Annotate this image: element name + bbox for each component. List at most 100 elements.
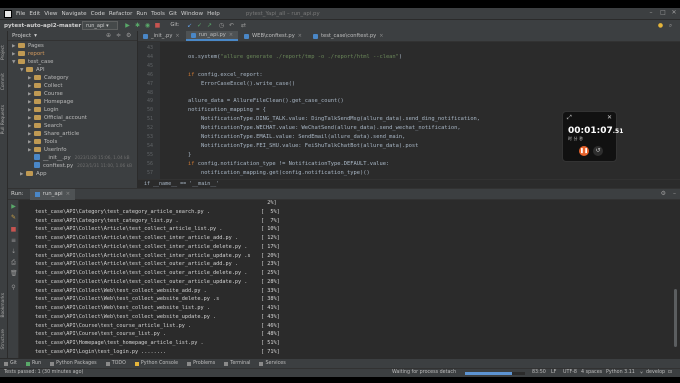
tree-item[interactable]: ▼ API (8, 66, 137, 74)
file-encoding[interactable]: UTF-8 (563, 370, 577, 375)
git-push-icon[interactable]: ↗ (206, 22, 213, 29)
tool-services[interactable]: Services (259, 361, 286, 366)
menu-tools[interactable]: Tools (151, 11, 165, 17)
git-branch[interactable]: develop (646, 370, 665, 375)
project-panel-title[interactable]: Project (12, 33, 31, 39)
chevron-down-icon[interactable]: ▾ (34, 33, 37, 39)
tool-todo[interactable]: TODO (105, 361, 126, 366)
project-breadcrumb[interactable]: pytest-auto-api2-master (4, 23, 81, 29)
tool-terminal[interactable]: Terminal (224, 361, 250, 366)
tree-item[interactable]: ▶ Pages (8, 42, 137, 50)
tab-init[interactable]: _init_.py × (138, 31, 185, 41)
tree-item[interactable]: ▶ Course (8, 90, 137, 98)
git-commit-icon[interactable]: ✓ (196, 22, 203, 29)
run-icon[interactable]: ▶ (124, 22, 131, 29)
print-icon[interactable]: ⎙ (10, 259, 17, 266)
structure-tool-label[interactable]: Structure (1, 329, 6, 349)
git-update-icon[interactable]: ↙ (186, 22, 193, 29)
history-icon[interactable]: ◷ (218, 22, 225, 29)
pause-button[interactable]: ❚❚ (579, 146, 589, 156)
soft-wrap-icon[interactable]: ≡ (10, 237, 17, 244)
menu-edit[interactable]: Edit (29, 11, 40, 17)
tree-item[interactable]: conftest.py 2023/1/31 11:00, 1.06 kB (8, 162, 137, 170)
commit-tool-label[interactable]: Commit (1, 73, 6, 90)
close-tab-icon[interactable]: × (66, 189, 71, 200)
close-tab-icon[interactable]: × (298, 31, 302, 41)
menu-run[interactable]: Run (136, 11, 147, 17)
menu-git[interactable]: Git (169, 11, 177, 17)
maximize-icon[interactable]: □ (658, 9, 668, 18)
menu-view[interactable]: View (44, 11, 57, 17)
rerun-icon[interactable]: ▶ (10, 203, 17, 210)
caret-position[interactable]: 83:50 (532, 370, 546, 375)
tree-item[interactable]: ▶ report (8, 50, 137, 58)
close-tab-icon[interactable]: × (379, 31, 383, 41)
close-tab-icon[interactable]: × (175, 31, 179, 41)
notifications-icon[interactable]: ● (657, 22, 664, 29)
tree-item[interactable]: ▶ UserInfo (8, 146, 137, 154)
hide-panel-icon[interactable]: – (673, 190, 676, 197)
pin-icon[interactable]: ⚲ (10, 284, 17, 291)
tree-item[interactable]: ▶ Category (8, 74, 137, 82)
tab-testcase-conftest[interactable]: test_case\conftest.py × (308, 31, 388, 41)
tool-python-console[interactable]: Python Console (134, 361, 178, 366)
tree-item[interactable]: ▶ Share_article (8, 130, 137, 138)
menu-navigate[interactable]: Navigate (62, 11, 87, 17)
tab-web-conftest[interactable]: WEB\conftest.py × (239, 31, 307, 41)
menu-refactor[interactable]: Refactor (109, 11, 132, 17)
reset-button[interactable]: ↺ (593, 146, 603, 156)
indent-setting[interactable]: 4 spaces (581, 370, 602, 375)
pull-requests-tool-label[interactable]: Pull Requests (1, 105, 6, 134)
output-line: test_case\API\Collect\Article\test_colle… (35, 278, 248, 285)
bookmarks-tool-label[interactable]: Bookmarks (1, 293, 6, 318)
gear-icon[interactable]: ⚙ (661, 190, 666, 197)
tree-item[interactable]: ▶ Homepage (8, 98, 137, 106)
translate-icon[interactable]: ⇄ (240, 22, 247, 29)
tool-run[interactable]: Run (25, 361, 41, 366)
tree-item[interactable]: ▶ Tools (8, 138, 137, 146)
tree-item[interactable]: ▶ Search (8, 122, 137, 130)
python-interpreter[interactable]: Python 3.11 (606, 370, 635, 375)
menu-file[interactable]: File (16, 11, 25, 17)
close-icon[interactable]: ✕ (607, 114, 612, 121)
tree-item[interactable]: ▶ Collect (8, 82, 137, 90)
stop-icon[interactable]: ■ (154, 22, 161, 29)
debug-icon[interactable]: ✱ (134, 22, 141, 29)
tree-item[interactable]: ▶ Official_account (8, 114, 137, 122)
trash-icon[interactable]: 🗑 (10, 270, 18, 277)
tab-run-api[interactable]: run_api.py × (185, 31, 239, 41)
close-tab-icon[interactable]: × (229, 31, 233, 40)
scroll-to-end-icon[interactable]: ⇣ (10, 248, 17, 255)
output-scrollbar[interactable] (674, 289, 677, 347)
status-message[interactable]: Tests passed: 1 (30 minutes ago) (4, 370, 83, 375)
revert-icon[interactable]: ↶ (228, 22, 235, 29)
tree-item[interactable]: ▶ App (8, 170, 137, 178)
tree-item[interactable]: __init__.py 2023/1/28 15:06, 1.04 kB (8, 154, 137, 162)
run-tab[interactable]: run_api × (29, 188, 76, 200)
line-separator[interactable]: LF (551, 370, 556, 375)
close-window-icon[interactable]: ✕ (669, 9, 679, 18)
menu-help[interactable]: Help (207, 11, 220, 17)
tree-item[interactable]: ▼ test_case (8, 58, 137, 66)
coverage-icon[interactable]: ◉ (144, 22, 151, 29)
minimize-icon[interactable]: – (646, 9, 656, 18)
tool-problems[interactable]: Problems (187, 361, 215, 366)
project-tool-label[interactable]: Project (1, 45, 6, 60)
run-output[interactable]: 2%] test_case\API\Category\test_category_… (21, 200, 670, 359)
lock-icon[interactable]: ⊡ (668, 370, 672, 375)
collapse-all-icon[interactable]: ≑ (116, 32, 121, 39)
run-configuration-select[interactable]: run_api ▾ (82, 21, 118, 30)
locate-icon[interactable]: ⊕ (106, 32, 111, 39)
tree-item[interactable]: ▶ Login (8, 106, 137, 114)
gear-icon[interactable]: ⚙ (126, 32, 131, 39)
code-breadcrumb[interactable]: if __name__ == '__main__' (138, 179, 680, 188)
search-everywhere-icon[interactable]: ⌕ (667, 22, 674, 29)
wrench-icon[interactable]: ✎ (10, 214, 17, 221)
menu-window[interactable]: Window (181, 11, 203, 17)
left-tool-strip: Project Commit Pull Requests Bookmarks S… (0, 31, 8, 358)
expand-icon[interactable]: ⤢ (567, 114, 572, 122)
stop-icon[interactable]: ■ (10, 226, 17, 233)
tool-python-packages[interactable]: Python Packages (50, 361, 97, 366)
menu-code[interactable]: Code (91, 11, 105, 17)
tool-git[interactable]: Git (4, 361, 17, 366)
